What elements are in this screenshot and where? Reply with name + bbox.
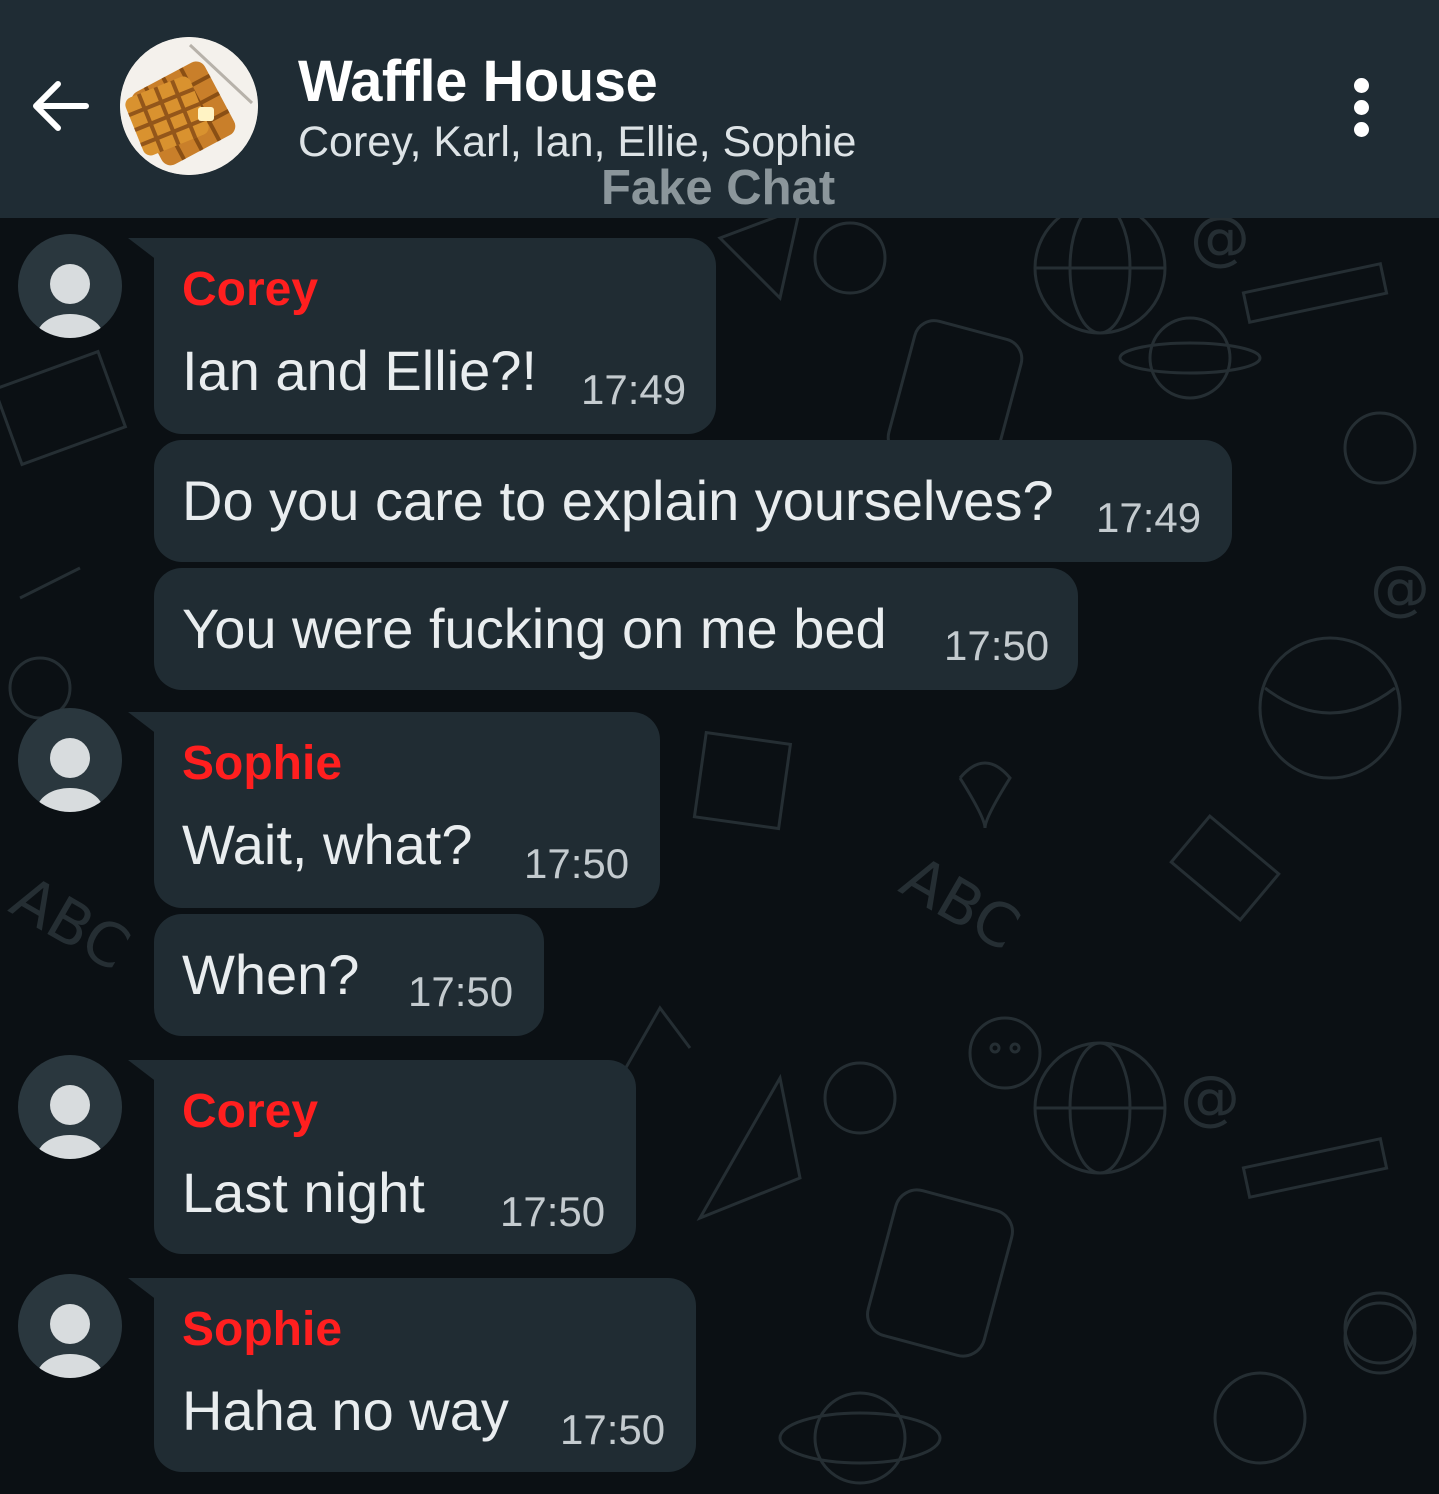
chat-header: Waffle House Corey, Karl, Ian, Ellie, So… xyxy=(0,0,1439,218)
message-text: Last night xyxy=(182,1161,425,1224)
back-arrow-icon[interactable] xyxy=(28,74,92,138)
message-time: 17:50 xyxy=(500,1188,606,1235)
message-text: Do you care to explain yourselves? xyxy=(182,469,1054,532)
message-time: 17:50 xyxy=(944,622,1050,669)
message-text: Wait, what? xyxy=(182,813,473,876)
svg-text:@: @ xyxy=(1190,218,1250,273)
message-time: 17:49 xyxy=(1096,494,1202,541)
sender-name: Sophie xyxy=(182,1303,343,1356)
waffle-image xyxy=(120,37,258,175)
sender-avatar[interactable] xyxy=(18,234,122,338)
svg-text:@: @ xyxy=(1180,1063,1240,1133)
message-text: Ian and Ellie?! xyxy=(182,339,537,402)
message-bubble[interactable]: When? 17:50 xyxy=(154,914,544,1036)
message-bubble[interactable]: Sophie Haha no way 17:50 xyxy=(128,1278,696,1472)
watermark: Fake Chat xyxy=(601,161,836,215)
person-icon xyxy=(50,264,90,304)
message-text: Haha no way xyxy=(182,1379,509,1442)
message-bubble[interactable]: Do you care to explain yourselves? 17:49 xyxy=(154,440,1232,562)
sender-avatar[interactable] xyxy=(18,708,122,812)
person-icon xyxy=(50,738,90,778)
bubble-tail xyxy=(128,712,162,738)
message-time: 17:49 xyxy=(581,366,687,413)
sender-avatar[interactable] xyxy=(18,1274,122,1378)
sender-name: Sophie xyxy=(182,737,343,790)
message-bubble[interactable]: Corey Ian and Ellie?! 17:49 xyxy=(128,238,716,434)
message-time: 17:50 xyxy=(560,1406,666,1453)
message-text: When? xyxy=(182,943,360,1006)
sender-name: Corey xyxy=(182,263,319,316)
message-bubble[interactable]: Corey Last night 17:50 xyxy=(128,1060,636,1254)
message-text: You were fucking on me bed xyxy=(182,597,887,660)
message-bubble[interactable]: Sophie Wait, what? 17:50 xyxy=(128,712,660,908)
sender-name: Corey xyxy=(182,1085,319,1138)
svg-text:@: @ xyxy=(1370,553,1430,623)
group-avatar[interactable] xyxy=(120,37,258,175)
bubble-tail xyxy=(128,1278,162,1304)
more-options-icon[interactable] xyxy=(1340,78,1384,138)
svg-text:ABC: ABC xyxy=(889,843,1031,965)
chat-title[interactable]: Waffle House xyxy=(298,48,658,115)
message-time: 17:50 xyxy=(408,968,514,1015)
message-bubble[interactable]: You were fucking on me bed 17:50 xyxy=(154,568,1078,690)
sender-avatar[interactable] xyxy=(18,1055,122,1159)
bubble-tail xyxy=(128,238,162,264)
person-icon xyxy=(50,1304,90,1344)
person-icon xyxy=(50,1085,90,1125)
bubble-tail xyxy=(128,1060,162,1086)
svg-text:ABC: ABC xyxy=(0,863,141,985)
message-time: 17:50 xyxy=(524,840,630,887)
